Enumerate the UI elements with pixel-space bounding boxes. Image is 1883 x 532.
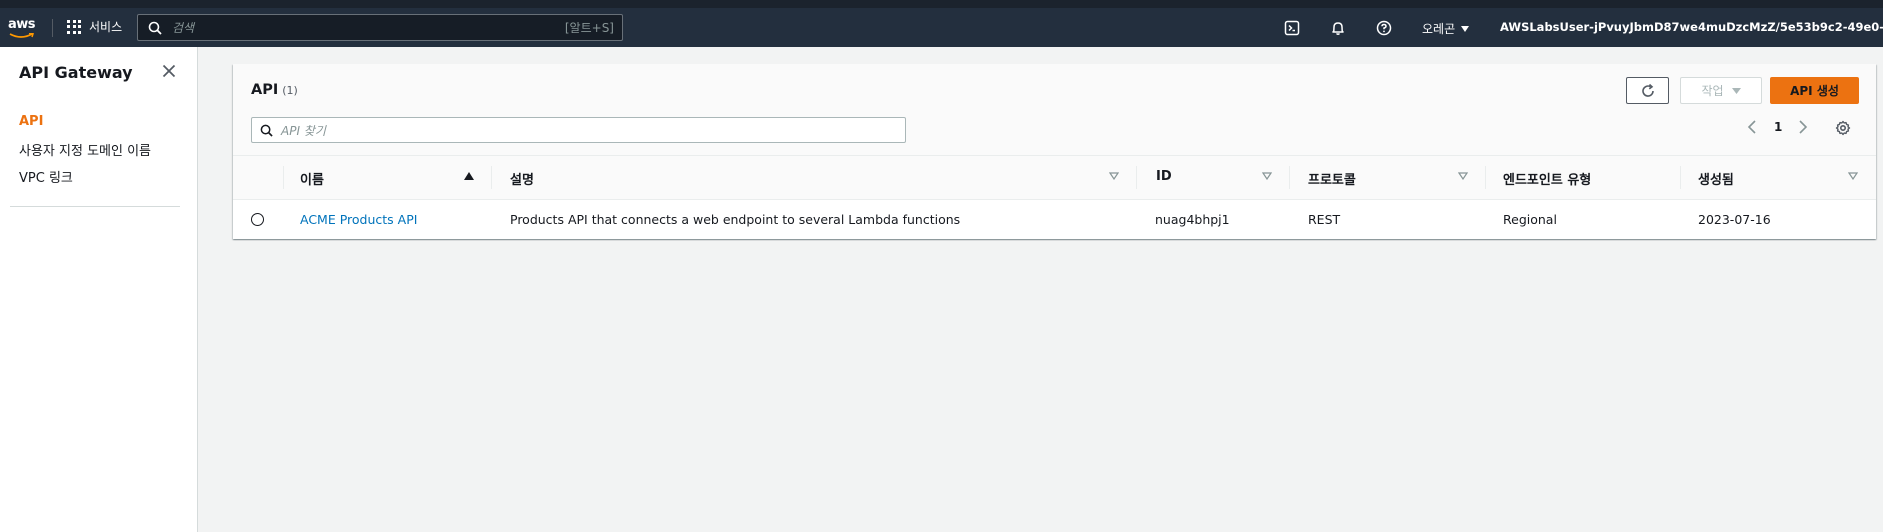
row-select-radio[interactable]	[251, 213, 264, 226]
help-button[interactable]	[1374, 18, 1394, 38]
api-created-date: 2023-07-16	[1698, 212, 1771, 227]
column-header-protocol[interactable]: 프로토콜	[1308, 169, 1356, 188]
api-description: Products API that connects a web endpoin…	[510, 212, 961, 227]
search-shortcut: [알트+S]	[564, 21, 614, 35]
notifications-button[interactable]	[1328, 18, 1348, 38]
chevron-right-icon[interactable]	[1798, 120, 1808, 134]
gear-icon[interactable]	[1835, 120, 1851, 136]
api-count: (1)	[282, 84, 298, 97]
column-header-id[interactable]: ID	[1156, 169, 1172, 184]
api-search-input[interactable]: API 찾기	[251, 117, 906, 143]
column-header-description[interactable]: 설명	[510, 169, 534, 188]
services-menu[interactable]: 서비스	[67, 18, 122, 35]
aws-logo-text: aws	[8, 17, 36, 32]
sidebar-divider	[10, 206, 180, 207]
sidebar-item-api[interactable]: API	[19, 114, 43, 129]
caret-down-icon	[1461, 25, 1470, 32]
sort-icon[interactable]	[1848, 172, 1858, 180]
column-header-created[interactable]: 생성됨	[1698, 169, 1734, 188]
sort-icon[interactable]	[1262, 172, 1272, 180]
services-label: 서비스	[89, 20, 123, 34]
column-divider	[1485, 166, 1486, 189]
sidebar-item-custom-domain-names[interactable]: 사용자 지정 도메인 이름	[19, 140, 151, 159]
api-name-link[interactable]: ACME Products API	[300, 212, 417, 227]
column-divider	[491, 166, 492, 189]
sidebar-item-vpc-links[interactable]: VPC 링크	[19, 167, 73, 186]
global-search-input[interactable]: 검색 [알트+S]	[137, 14, 623, 41]
sidebar: API Gateway API 사용자 지정 도메인 이름 VPC 링크	[0, 47, 198, 532]
sort-icon[interactable]	[1458, 172, 1468, 180]
bell-icon	[1332, 22, 1344, 35]
aws-logo[interactable]: aws	[8, 16, 38, 42]
chevron-left-icon[interactable]	[1747, 120, 1757, 134]
account-menu[interactable]: AWSLabsUser-jPvuyJbmD87we4muDzcMzZ/5e53b…	[1500, 20, 1883, 34]
api-table-container: API (1) 작업 API 생성 API 찾기 1 이름 설명 ID 프로토콜…	[233, 64, 1876, 239]
aws-smile-icon	[9, 33, 34, 38]
page-number[interactable]: 1	[1774, 120, 1782, 134]
api-endpoint-type: Regional	[1503, 212, 1557, 227]
sort-icon[interactable]	[1109, 172, 1119, 180]
region-label: 오레곤	[1422, 22, 1456, 36]
search-icon	[148, 21, 162, 35]
page-title: API (1)	[251, 82, 298, 98]
table-row: ACME Products API Products API that conn…	[233, 201, 1876, 239]
api-id: nuag4bhpj1	[1155, 212, 1230, 227]
caret-down-icon	[1731, 87, 1741, 94]
table-header-area: API (1) 작업 API 생성 API 찾기 1	[233, 64, 1876, 156]
search-placeholder: 검색	[172, 21, 195, 35]
refresh-button[interactable]	[1626, 77, 1669, 104]
search-icon	[260, 124, 273, 137]
actions-dropdown[interactable]: 작업	[1680, 77, 1762, 104]
cloudshell-button[interactable]	[1282, 18, 1302, 38]
region-selector[interactable]: 오레곤	[1422, 20, 1470, 37]
sort-ascending-icon[interactable]	[464, 172, 474, 180]
actions-label: 작업	[1701, 84, 1724, 98]
create-api-button[interactable]: API 생성	[1770, 77, 1859, 104]
api-protocol: REST	[1308, 212, 1341, 227]
column-divider	[283, 166, 284, 189]
table-header-row: 이름 설명 ID 프로토콜 엔드포인트 유형 생성됨	[233, 156, 1876, 200]
column-header-name[interactable]: 이름	[300, 169, 324, 188]
column-divider	[1680, 166, 1681, 189]
column-header-endpoint-type[interactable]: 엔드포인트 유형	[1503, 169, 1591, 188]
sidebar-title: API Gateway	[19, 63, 133, 82]
grid-icon	[67, 19, 81, 34]
api-search-placeholder: API 찾기	[281, 123, 326, 138]
close-icon[interactable]	[161, 63, 177, 79]
nav-divider	[52, 19, 53, 37]
column-divider	[1136, 166, 1137, 189]
page-title-text: API	[251, 82, 279, 98]
terminal-icon	[1284, 20, 1300, 36]
help-icon	[1376, 20, 1392, 36]
refresh-icon	[1641, 83, 1654, 97]
top-navigation: aws 서비스 검색 [알트+S] 오레곤 AWSLabsUser-jPvuyJ…	[0, 0, 1883, 47]
column-divider	[1289, 166, 1290, 189]
